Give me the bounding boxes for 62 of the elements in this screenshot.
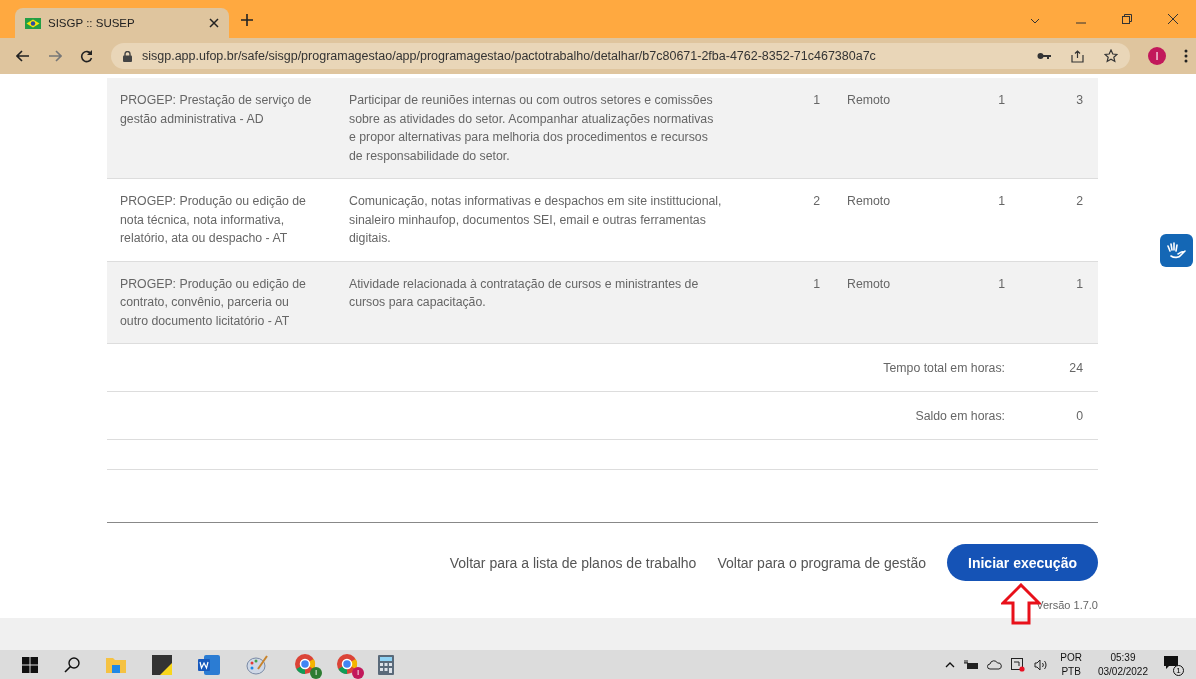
total-value: 0: [1075, 408, 1083, 423]
close-icon[interactable]: [209, 18, 219, 28]
version-text: Versão 1.7.0: [1036, 599, 1098, 611]
folder-icon[interactable]: [106, 655, 126, 674]
clock-date[interactable]: 03/02/2022: [1097, 664, 1148, 679]
table-cell-text: 2: [1075, 193, 1083, 210]
close-icon[interactable]: [1168, 14, 1178, 24]
table-cell-text: 1: [997, 92, 1005, 109]
new-tab-icon[interactable]: [241, 14, 253, 26]
table-cell-text: 1: [812, 92, 820, 109]
star-icon[interactable]: [1104, 49, 1118, 63]
key-icon[interactable]: [1037, 52, 1051, 60]
clock-time[interactable]: 05:39: [1110, 650, 1136, 665]
activity-cell-text: PROGEP: Prestação de serviço de gestão administrativa - AD: [120, 92, 313, 128]
table-cell-text: 1: [1075, 275, 1083, 293]
restore-icon[interactable]: [1122, 14, 1132, 24]
description-cell-text: Participar de reuniões internas ou com outros setores e comissões sobre as atividades do setor. Acompanhar atualizações normativas e propor alternativas para melhoria dos procedimentos e recursos de responsabilidade do setor.: [349, 92, 715, 165]
keyboard-layout-text[interactable]: PTB: [1061, 664, 1081, 679]
description-cell-text: Comunicação, notas informativas e despachos em site instittucional, sinaleiro minhaufop, documentos SEI, email e outras ferramentas digitais.: [349, 193, 723, 247]
start-execution-button[interactable]: Iniciar execução: [947, 544, 1098, 581]
sticky-note-icon[interactable]: [152, 654, 172, 675]
menu-icon[interactable]: [1184, 49, 1188, 63]
activity-cell-text: PROGEP: Produção ou edição de contrato, convênio, parceria ou outro documento licitatório - AT: [120, 275, 307, 330]
mode-cell-text: Remoto: [846, 92, 892, 109]
reload-icon[interactable]: [80, 49, 93, 63]
calculator-icon[interactable]: [378, 654, 394, 675]
notification-count: 1: [1173, 664, 1184, 676]
lock-icon: [123, 50, 132, 62]
speaker-icon[interactable]: [1034, 658, 1049, 671]
mode-cell-text: Remoto: [846, 193, 892, 210]
flag-icon: [25, 17, 41, 29]
total-value: 24: [1068, 360, 1083, 375]
description-cell-text: Atividade relacionada à contratação de cursos e ministrantes de cursos para capacitação.: [349, 275, 700, 311]
windows-logo-icon[interactable]: [22, 656, 38, 673]
battery-plug-icon[interactable]: [964, 659, 979, 670]
total-label: Saldo em horas:: [914, 408, 1005, 423]
language-text[interactable]: POR: [1060, 650, 1082, 665]
forward-arrow-icon[interactable]: [48, 50, 62, 62]
cloud-icon[interactable]: [987, 659, 1003, 670]
chevron-down-icon[interactable]: [1030, 18, 1040, 24]
table-cell-text: 3: [1075, 92, 1083, 109]
display-icon[interactable]: [1011, 657, 1026, 672]
back-arrow-icon[interactable]: [16, 50, 30, 62]
share-icon[interactable]: [1071, 49, 1084, 63]
total-label: Tempo total em horas:: [882, 360, 1005, 375]
sign-language-icon[interactable]: [1160, 234, 1193, 267]
search-icon[interactable]: [64, 656, 80, 673]
profile-avatar[interactable]: I: [1148, 47, 1166, 65]
table-cell-text: 1: [997, 275, 1005, 293]
tab-title: SISGP :: SUSEP: [48, 17, 136, 29]
chevron-up-icon[interactable]: [945, 661, 956, 668]
mode-cell-text: Remoto: [846, 275, 892, 293]
document-w-icon[interactable]: [198, 654, 220, 675]
address-bar[interactable]: sisgp.app.ufop.br/safe/sisgp/programagestao/app/programagestao/pactotrabalho/detalhar/b7c80671-2fba-4762-8352-71c467380a7c: [111, 43, 1130, 69]
table-cell-text: 1: [812, 275, 820, 293]
url-text: sisgp.app.ufop.br/safe/sisgp/programagestao/app/programagestao/pactotrabalho/detalhar/b7c80671-2fba-4762-8352-71c467380a7c: [142, 49, 876, 63]
activity-cell-text: PROGEP: Produção ou edição de nota técnica, nota informativa, relatório, ata ou despacho - AT: [120, 193, 307, 247]
table-cell-text: 1: [997, 193, 1005, 210]
browser-tab[interactable]: SISGP :: SUSEP: [15, 8, 229, 38]
back-link[interactable]: Voltar para a lista de planos de trabalho: [449, 554, 697, 571]
back-link[interactable]: Voltar para o programa de gestão: [717, 554, 926, 571]
table-cell-text: 2: [812, 193, 820, 210]
